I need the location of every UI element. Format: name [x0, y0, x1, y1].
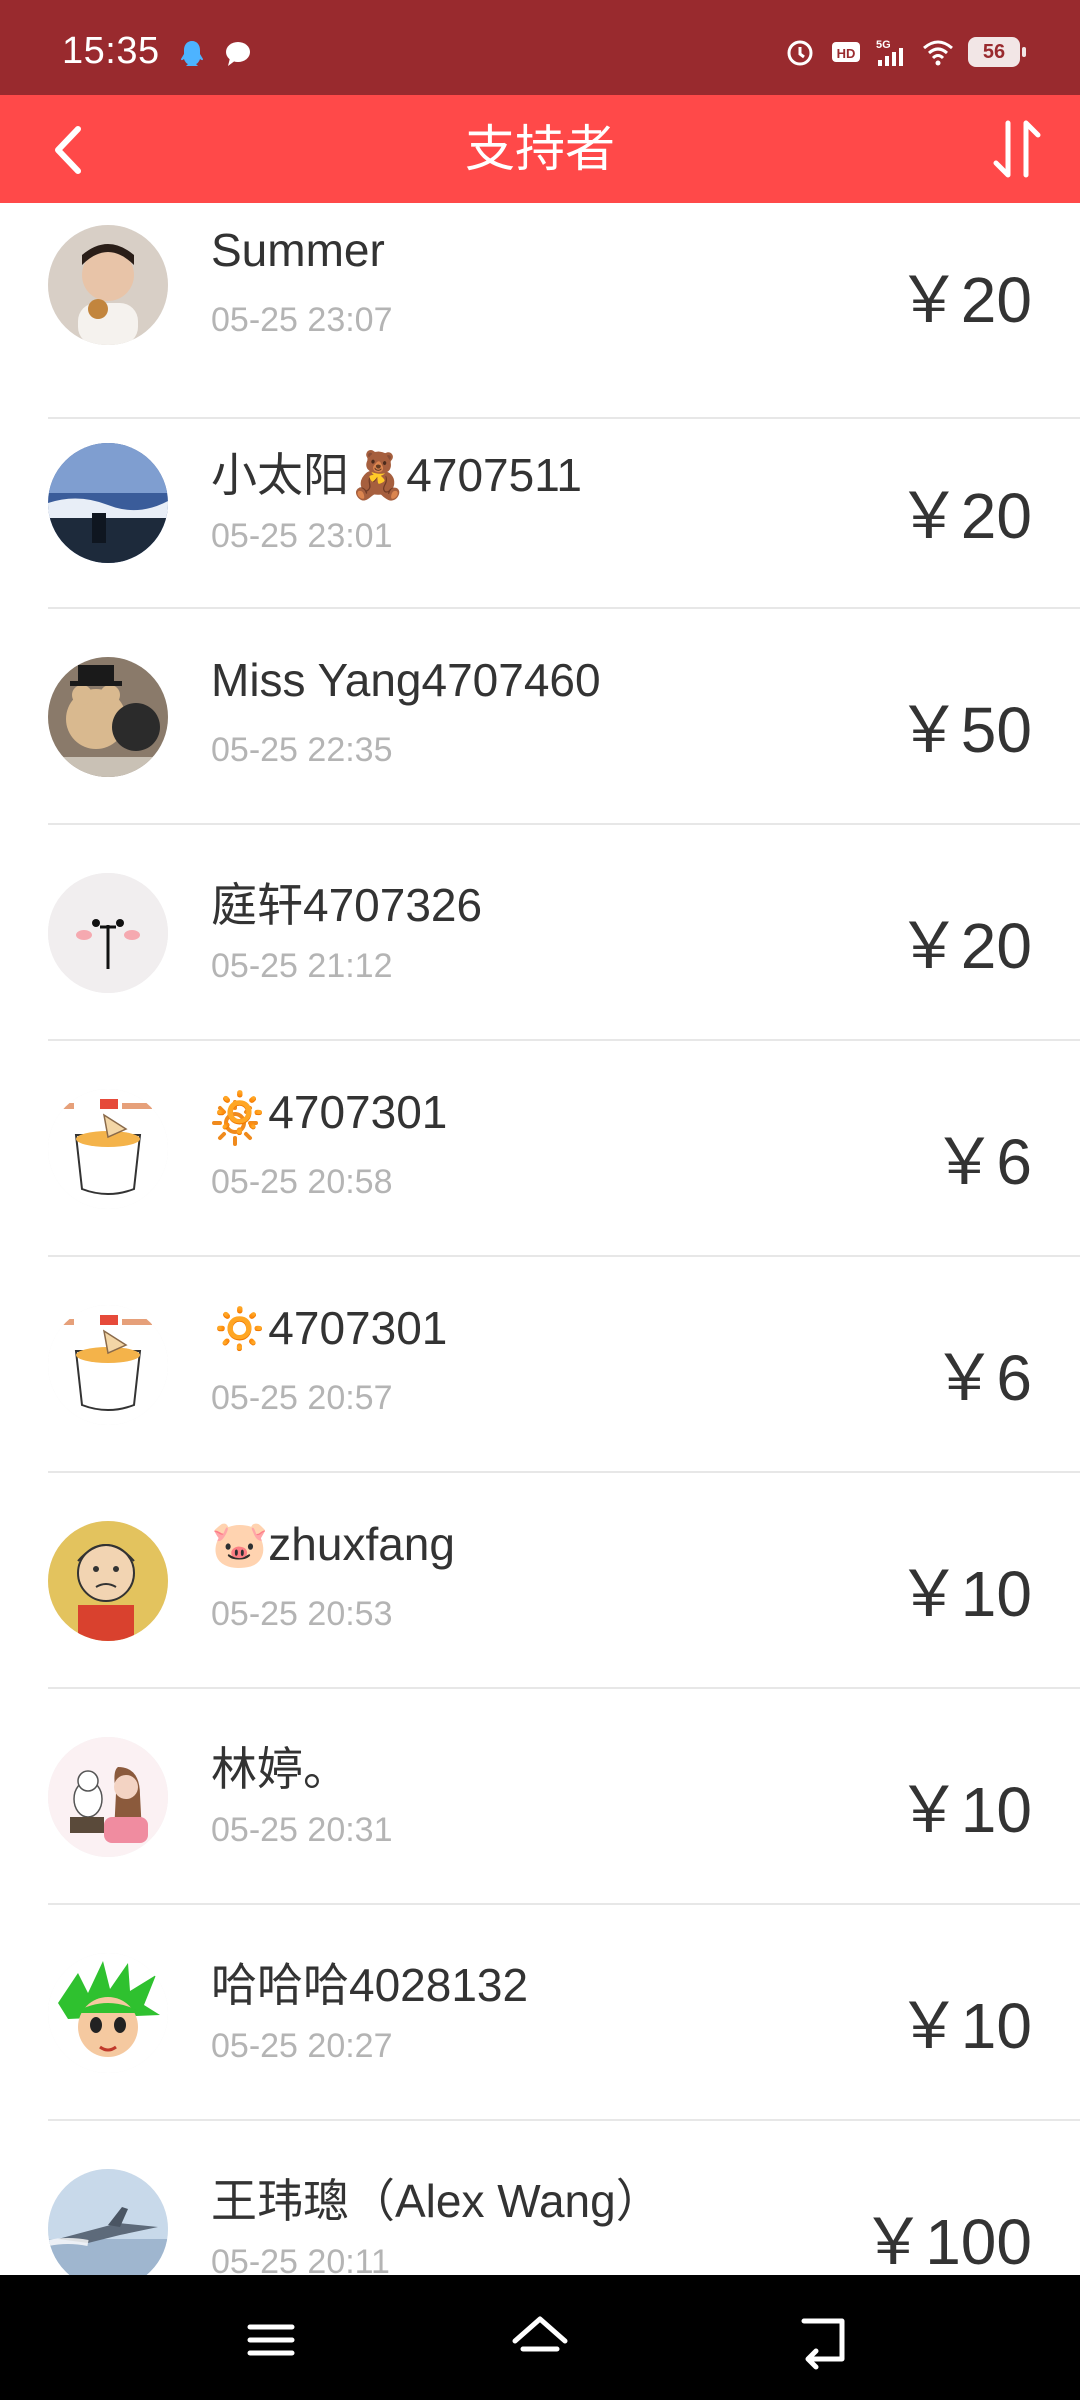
donation-amount: ￥10 [896, 1990, 1032, 2062]
hd-icon: HD [832, 42, 860, 62]
supporter-name: 🔅4707301 [211, 1302, 448, 1354]
status-time: 15:35 [62, 30, 160, 72]
list-item[interactable]: 林婷。 05-25 20:31 ￥10 [0, 1689, 1080, 1905]
svg-text:5G: 5G [876, 39, 891, 51]
donation-time: 05-25 20:27 [211, 2027, 393, 2065]
avatar [48, 1737, 168, 1857]
donation-amount: ￥20 [896, 264, 1032, 336]
avatar [48, 1305, 168, 1425]
avatar [48, 1089, 168, 1209]
list-item[interactable]: 哈哈哈4028132 05-25 20:27 ￥10 [0, 1905, 1080, 2121]
home-icon[interactable] [505, 2305, 575, 2375]
system-nav-bar [0, 2275, 1080, 2400]
donation-amount: ￥6 [932, 1342, 1032, 1414]
back-icon[interactable] [790, 2305, 860, 2375]
donation-amount: ￥10 [896, 1774, 1032, 1846]
sort-icon[interactable] [980, 113, 1054, 187]
list-item[interactable]: 🐷zhuxfang 05-25 20:53 ￥10 [0, 1473, 1080, 1689]
avatar [48, 443, 168, 563]
list-item[interactable]: 🔅4707301 05-25 20:57 ￥6 [0, 1257, 1080, 1473]
avatar [48, 1521, 168, 1641]
message-icon [226, 42, 250, 66]
list-item[interactable]: 庭轩4707326 05-25 21:12 ￥20 [0, 825, 1080, 1041]
list-item[interactable]: 🔅4707301 05-25 20:58 ￥6 [0, 1041, 1080, 1257]
avatar [48, 2169, 168, 2275]
supporter-name: 🐷zhuxfang [211, 1518, 455, 1570]
supporter-name: 哈哈哈4028132 [211, 1959, 529, 2011]
supporter-name: 🔅4707301 [211, 1086, 448, 1138]
svg-text:HD: HD [837, 46, 856, 61]
donation-time: 05-25 20:53 [211, 1595, 393, 1633]
supporter-name: 小太阳🧸4707511 [211, 449, 582, 501]
menu-icon[interactable] [236, 2305, 306, 2375]
avatar [48, 225, 168, 345]
list-item[interactable]: Miss Yang4707460 05-25 22:35 ￥50 [0, 609, 1080, 825]
donation-amount: ￥10 [896, 1558, 1032, 1630]
supporter-name: Miss Yang4707460 [211, 654, 601, 706]
wifi-icon [923, 40, 953, 66]
donation-time: 05-25 20:11 [211, 2243, 390, 2275]
status-bar: 15:35 HD 5G 56 [0, 0, 1080, 95]
chevron-left-icon[interactable] [36, 115, 106, 185]
supporter-list[interactable]: Summer 05-25 23:07 ￥20 小太阳🧸4707511 05-25… [0, 203, 1080, 2275]
top-app-bar: 支持者 [0, 95, 1080, 203]
alarm-icon [787, 40, 813, 66]
donation-time: 05-25 20:58 [211, 1163, 393, 1201]
donation-amount: ￥6 [932, 1126, 1032, 1198]
avatar [48, 1953, 168, 2073]
donation-amount: ￥20 [896, 480, 1032, 552]
donation-time: 05-25 20:57 [211, 1379, 393, 1417]
list-item[interactable]: Summer 05-25 23:07 ￥20 [0, 203, 1080, 419]
supporter-name: Summer [211, 224, 385, 276]
avatar [48, 657, 168, 777]
donation-time: 05-25 20:31 [211, 1811, 393, 1849]
supporter-name: 庭轩4707326 [211, 879, 483, 931]
list-item[interactable]: 王玮璁（Alex Wang） 05-25 20:11 ￥100 [0, 2121, 1080, 2275]
page-title: 支持者 [465, 121, 615, 177]
battery-icon: 56 [968, 37, 1026, 67]
qq-icon [181, 41, 203, 66]
donation-time: 05-25 22:35 [211, 731, 393, 769]
donation-amount: ￥50 [896, 694, 1032, 766]
signal-5g-icon: 5G [876, 39, 903, 66]
donation-amount: ￥100 [861, 2206, 1032, 2275]
donation-amount: ￥20 [896, 910, 1032, 982]
supporter-name: 林婷。 [211, 1743, 349, 1795]
avatar [48, 873, 168, 993]
donation-time: 05-25 23:01 [211, 517, 393, 555]
donation-time: 05-25 21:12 [211, 947, 393, 985]
list-item[interactable]: 小太阳🧸4707511 05-25 23:01 ￥20 [0, 393, 1080, 609]
supporter-name: 王玮璁（Alex Wang） [211, 2175, 662, 2227]
donation-time: 05-25 23:07 [211, 301, 393, 339]
